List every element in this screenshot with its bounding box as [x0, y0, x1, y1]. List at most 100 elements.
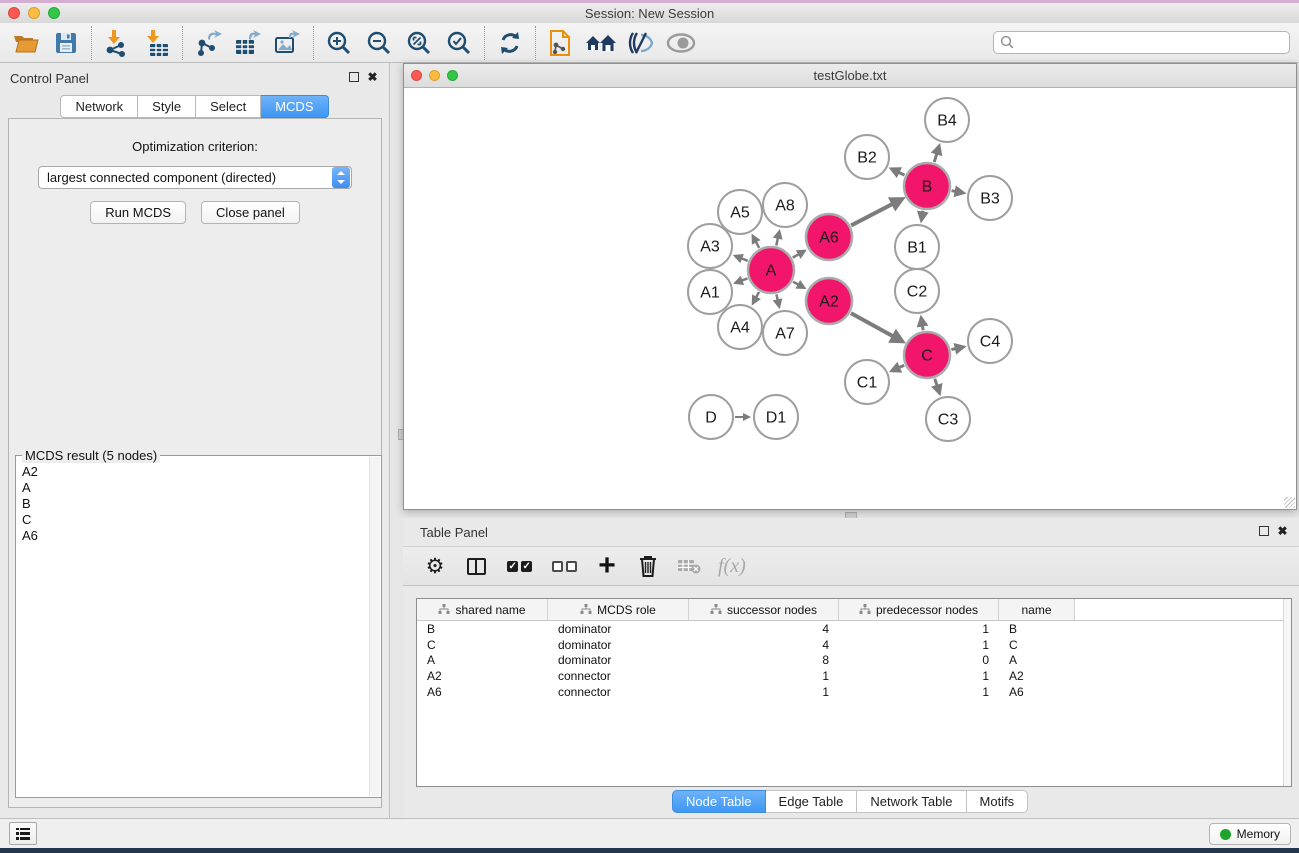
graph-node-A1[interactable]: A1	[688, 270, 732, 314]
table-cell[interactable]: dominator	[548, 622, 689, 636]
edge-C-C2[interactable]	[921, 318, 923, 331]
column-header-name[interactable]: name	[999, 599, 1075, 620]
graph-node-B[interactable]: B	[904, 163, 950, 209]
table-cell[interactable]: A6	[999, 685, 1075, 699]
optimization-criterion-select[interactable]: largest connected component (directed)	[38, 166, 352, 189]
edge-A-A4[interactable]	[753, 292, 759, 303]
graph-node-A8[interactable]: A8	[763, 183, 807, 227]
table-cell[interactable]: 1	[689, 685, 839, 699]
tab-network-table[interactable]: Network Table	[857, 790, 966, 813]
search-field[interactable]	[993, 31, 1290, 54]
export-network-icon[interactable]	[188, 25, 228, 61]
graph-node-A5[interactable]: A5	[718, 190, 762, 234]
result-item[interactable]: A6	[22, 528, 381, 544]
zoom-out-icon[interactable]	[359, 25, 399, 61]
network-view-window[interactable]: testGlobe.txt B4B2BB3A5A8A6A3B1AA1C2A2A4…	[403, 63, 1297, 510]
delete-column-icon[interactable]	[636, 552, 660, 580]
table-cell[interactable]: dominator	[548, 638, 689, 652]
export-table-icon[interactable]	[228, 25, 268, 61]
graph-node-A[interactable]: A	[748, 247, 794, 293]
table-cell[interactable]: B	[999, 622, 1075, 636]
close-table-panel-icon[interactable]: ✖	[1276, 526, 1289, 539]
edge-B-B4[interactable]	[934, 146, 939, 162]
table-cell[interactable]: A2	[999, 669, 1075, 683]
table-cell[interactable]: 1	[689, 669, 839, 683]
graph-node-D[interactable]: D	[689, 395, 733, 439]
tab-select[interactable]: Select	[196, 95, 261, 118]
import-network-icon[interactable]	[97, 25, 137, 61]
table-cell[interactable]: A6	[417, 685, 548, 699]
table-settings-icon[interactable]: ⚙	[423, 552, 447, 580]
graph-node-A2[interactable]: A2	[806, 278, 852, 324]
refresh-layout-icon[interactable]	[490, 25, 530, 61]
zoom-selected-icon[interactable]	[439, 25, 479, 61]
graph-node-C1[interactable]: C1	[845, 360, 889, 404]
table-cell[interactable]: 0	[839, 653, 999, 667]
search-input[interactable]	[1015, 35, 1289, 50]
table-cell[interactable]: 1	[839, 685, 999, 699]
edge-B-B2[interactable]	[891, 169, 904, 175]
table-cell[interactable]: 1	[839, 638, 999, 652]
table-cell[interactable]: dominator	[548, 653, 689, 667]
add-column-icon[interactable]: +	[595, 552, 619, 580]
export-image-icon[interactable]	[268, 25, 308, 61]
show-hide-graphics-icon[interactable]	[621, 25, 661, 61]
result-item[interactable]: A2	[22, 464, 381, 480]
graph-node-B4[interactable]: B4	[925, 98, 969, 142]
edge-C-C4[interactable]	[951, 347, 963, 350]
delete-table-icon[interactable]	[677, 552, 701, 580]
table-row[interactable]: A6connector11A6	[417, 684, 1291, 700]
table-cell[interactable]: connector	[548, 685, 689, 699]
graph-node-C[interactable]: C	[904, 332, 950, 378]
tab-edge-table[interactable]: Edge Table	[766, 790, 858, 813]
table-cell[interactable]: A	[999, 653, 1075, 667]
table-cell[interactable]: 4	[689, 638, 839, 652]
close-panel-icon[interactable]: ✖	[366, 72, 379, 85]
table-cell[interactable]: 1	[839, 669, 999, 683]
open-session-icon[interactable]	[6, 25, 46, 61]
select-all-checkboxes-icon[interactable]	[505, 552, 533, 580]
column-header-MCDS-role[interactable]: MCDS role	[548, 599, 689, 620]
float-panel-icon[interactable]	[347, 72, 360, 85]
edge-A-A1[interactable]	[735, 278, 747, 282]
edge-A2-C[interactable]	[851, 313, 903, 341]
show-all-views-icon[interactable]	[581, 25, 621, 61]
edge-C-C1[interactable]	[892, 365, 905, 371]
table-cell[interactable]: B	[417, 622, 548, 636]
edge-A-A8[interactable]	[776, 231, 779, 245]
tab-style[interactable]: Style	[138, 95, 196, 118]
edge-A-A2[interactable]	[793, 282, 804, 288]
table-cell[interactable]: A2	[417, 669, 548, 683]
result-item[interactable]: B	[22, 496, 381, 512]
graph-node-A7[interactable]: A7	[763, 311, 807, 355]
graph-node-A3[interactable]: A3	[688, 224, 732, 268]
deselect-all-checkboxes-icon[interactable]	[550, 552, 578, 580]
result-item[interactable]: C	[22, 512, 381, 528]
column-view-icon[interactable]	[464, 552, 488, 580]
close-panel-button[interactable]: Close panel	[201, 201, 300, 224]
table-cell[interactable]: C	[999, 638, 1075, 652]
graph-node-A4[interactable]: A4	[718, 305, 762, 349]
edge-A6-B[interactable]	[851, 199, 902, 226]
table-cell[interactable]: connector	[548, 669, 689, 683]
graph-node-B3[interactable]: B3	[968, 176, 1012, 220]
tab-node-table[interactable]: Node Table	[672, 790, 766, 813]
graph-node-D1[interactable]: D1	[754, 395, 798, 439]
graph-node-C2[interactable]: C2	[895, 269, 939, 313]
edge-A-A3[interactable]	[735, 256, 748, 261]
edge-B-B1[interactable]	[921, 211, 923, 221]
function-builder-icon[interactable]: f(x)	[718, 552, 746, 580]
table-cell[interactable]: C	[417, 638, 548, 652]
column-header-successor-nodes[interactable]: successor nodes	[689, 599, 839, 620]
float-table-panel-icon[interactable]	[1257, 526, 1270, 539]
tab-motifs[interactable]: Motifs	[967, 790, 1029, 813]
new-network-from-selection-icon[interactable]	[541, 25, 581, 61]
graph-node-A6[interactable]: A6	[806, 214, 852, 260]
graph-node-B2[interactable]: B2	[845, 135, 889, 179]
tab-mcds[interactable]: MCDS	[261, 95, 328, 118]
run-mcds-button[interactable]: Run MCDS	[90, 201, 186, 224]
result-item[interactable]: A	[22, 480, 381, 496]
network-canvas[interactable]: B4B2BB3A5A8A6A3B1AA1C2A2A4A7CC4C1C3DD1	[404, 88, 1296, 509]
column-header-predecessor-nodes[interactable]: predecessor nodes	[839, 599, 999, 620]
table-cell[interactable]: 1	[839, 622, 999, 636]
